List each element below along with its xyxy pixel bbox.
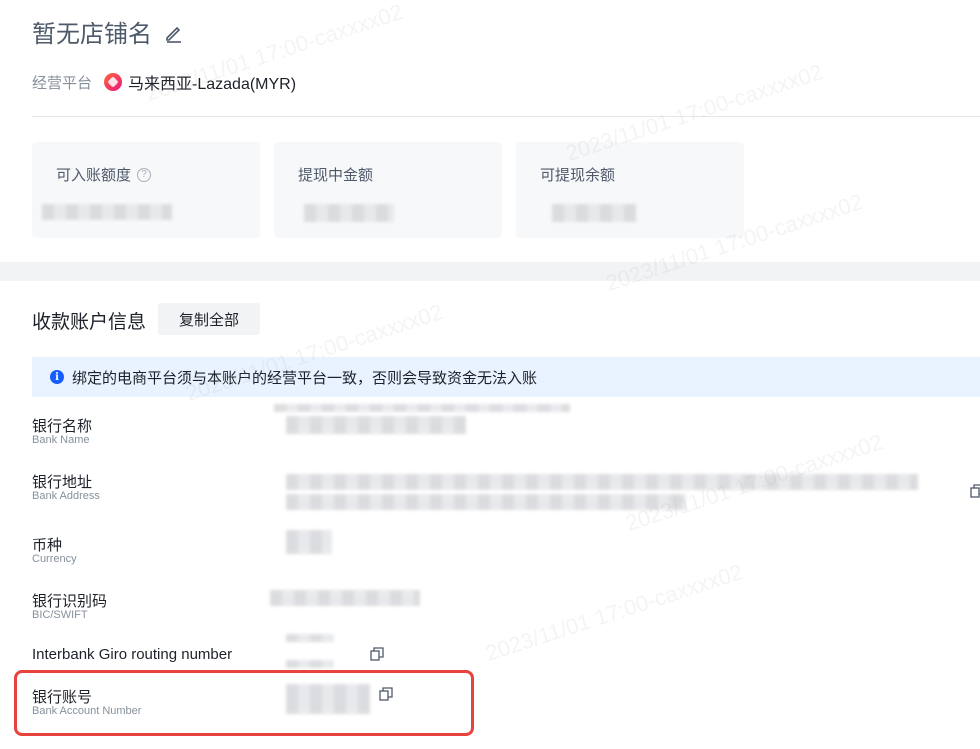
redacted-value	[552, 204, 636, 222]
redacted-value	[286, 416, 466, 434]
lazada-logo-icon	[104, 73, 123, 91]
platform-label: 经营平台	[32, 74, 93, 92]
redacted-value	[274, 404, 570, 412]
stat-label: 提现中金额	[298, 167, 374, 184]
store-name-header: 暂无店铺名	[32, 14, 184, 49]
notice-banner: i 绑定的电商平台须与本账户的经营平台一致，否则会导致资金无法入账	[32, 357, 980, 397]
stat-label: 可提现余额	[540, 167, 616, 184]
stat-card-withdrawing: 提现中金额	[274, 142, 502, 238]
highlight-box	[14, 670, 474, 736]
notice-text: 绑定的电商平台须与本账户的经营平台一致，否则会导致资金无法入账	[72, 369, 538, 387]
field-label-bank-name: 银行名称	[32, 418, 93, 435]
platform-row: 经营平台 马来西亚-Lazada(MYR)	[32, 70, 296, 94]
help-icon[interactable]: ?	[137, 167, 152, 182]
copy-all-button[interactable]: 复制全部	[158, 303, 260, 335]
info-icon: i	[50, 370, 64, 384]
section-title: 收款账户信息	[32, 312, 147, 333]
redacted-value	[270, 590, 420, 606]
edit-icon[interactable]	[164, 22, 184, 43]
field-label-bic-swift: 银行识别码	[32, 593, 108, 610]
field-label-giro-routing: Interbank Giro routing number	[32, 646, 233, 663]
platform-value: 马来西亚-Lazada(MYR)	[128, 76, 297, 93]
redacted-value	[42, 204, 172, 220]
redacted-value	[286, 474, 918, 490]
field-label-currency: 币种	[32, 537, 63, 554]
field-label-bank-address: 银行地址	[32, 474, 93, 491]
store-summary-card: 暂无店铺名 经营平台 马来西亚-Lazada(MYR) 可入账额度 ? 提现中金…	[0, 0, 980, 262]
field-sub-currency: Currency	[32, 553, 77, 565]
stat-card-credit-limit: 可入账额度 ?	[32, 142, 260, 238]
copy-icon[interactable]	[970, 484, 980, 498]
copy-icon[interactable]	[370, 647, 384, 661]
redacted-value	[304, 204, 394, 222]
redacted-value	[286, 494, 686, 510]
divider	[32, 116, 980, 117]
stat-card-available: 可提现余额	[516, 142, 744, 238]
redacted-value	[286, 634, 334, 642]
store-name: 暂无店铺名	[32, 21, 152, 48]
stat-label: 可入账额度	[56, 167, 132, 184]
redacted-value	[286, 660, 334, 668]
field-sub-bank-name: Bank Name	[32, 434, 90, 446]
redacted-value	[286, 530, 332, 554]
field-sub-bank-address: Bank Address	[32, 490, 100, 502]
field-sub-bic-swift: BIC/SWIFT	[32, 609, 88, 621]
